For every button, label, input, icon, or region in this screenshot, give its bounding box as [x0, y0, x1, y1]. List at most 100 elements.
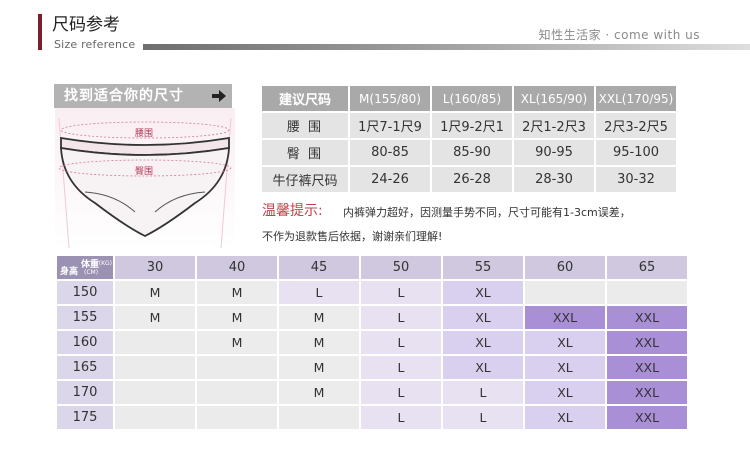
height-header: 175: [57, 406, 113, 429]
grid-cell: M: [197, 306, 277, 329]
table-cell: 26-28: [432, 167, 512, 192]
table-cell: 2尺1-2尺3: [514, 113, 594, 138]
grid-cell: L: [361, 331, 441, 354]
grid-cell: XL: [525, 331, 605, 354]
grid-cell: L: [443, 406, 523, 429]
size-table-row: 臀 围 80-85 85-90 90-95 95-100: [262, 140, 676, 165]
grid-cell: [197, 406, 277, 429]
size-header: XXL(170/95): [596, 86, 676, 111]
grid-cell: XXL: [525, 306, 605, 329]
grid-cell: M: [197, 281, 277, 304]
grid-cell: M: [279, 331, 359, 354]
grid-cell: M: [115, 281, 195, 304]
height-header: 165: [57, 356, 113, 379]
grid-cell: L: [361, 406, 441, 429]
grid-cell: XL: [443, 281, 523, 304]
size-reference-table: 建议尺码 M(155/80) L(160/85) XL(165/90) XXL(…: [260, 84, 678, 194]
grid-cell: M: [279, 306, 359, 329]
tip-title: 温馨提示:: [262, 203, 323, 219]
size-table-header-row: 建议尺码 M(155/80) L(160/85) XL(165/90) XXL(…: [262, 86, 676, 111]
find-size-banner: 找到适合你的尺寸: [54, 84, 232, 108]
height-axis-label: 身高: [60, 267, 79, 277]
table-cell: 2尺3-2尺5: [596, 113, 676, 138]
grid-cell: XXL: [607, 356, 687, 379]
grid-cell: M: [279, 356, 359, 379]
grid-row: 150 M M L L XL: [57, 281, 687, 304]
grid-cell: XL: [525, 381, 605, 404]
grid-cell: L: [279, 281, 359, 304]
grid-cell: [197, 356, 277, 379]
grid-cell: [115, 356, 195, 379]
size-header: M(155/80): [350, 86, 430, 111]
height-weight-size-grid: 体重 (KG) 身高 (CM) 30 40 45 50 55 60 65 150…: [55, 254, 689, 431]
weight-header: 65: [607, 256, 687, 279]
grid-cell: [279, 406, 359, 429]
size-header: XL(165/90): [514, 86, 594, 111]
row-label-jeans: 牛仔裤尺码: [262, 167, 348, 192]
grid-cell: M: [197, 331, 277, 354]
table-cell: 30-32: [596, 167, 676, 192]
weight-unit-label: (KG): [98, 260, 112, 267]
grid-cell: XL: [443, 331, 523, 354]
grid-cell: XL: [525, 356, 605, 379]
brand-slogan: 知性生活家 · come with us: [538, 28, 700, 42]
height-header: 160: [57, 331, 113, 354]
grid-cell: [525, 281, 605, 304]
grid-cell: L: [361, 381, 441, 404]
size-header: L(160/85): [432, 86, 512, 111]
grid-cell: XXL: [607, 406, 687, 429]
table-cell: 80-85: [350, 140, 430, 165]
grid-row: 175 L L XL XXL: [57, 406, 687, 429]
weight-header: 40: [197, 256, 277, 279]
height-header: 150: [57, 281, 113, 304]
grid-row: 155 M M M L XL XXL XXL: [57, 306, 687, 329]
grid-cell: L: [361, 281, 441, 304]
grid-cell: [115, 331, 195, 354]
grid-cell: XXL: [607, 306, 687, 329]
grid-cell: XL: [443, 356, 523, 379]
grid-row: 165 M L XL XL XXL: [57, 356, 687, 379]
row-label-hip: 臀 围: [262, 140, 348, 165]
grid-header-row: 体重 (KG) 身高 (CM) 30 40 45 50 55 60 65: [57, 256, 687, 279]
weight-header: 55: [443, 256, 523, 279]
weight-header: 50: [361, 256, 441, 279]
arrow-right-icon: [212, 90, 226, 102]
height-unit-label: (CM): [84, 269, 99, 276]
grid-row: 170 M L L XL XXL: [57, 381, 687, 404]
table-cell: 95-100: [596, 140, 676, 165]
weight-header: 45: [279, 256, 359, 279]
height-header: 170: [57, 381, 113, 404]
header-divider: [143, 44, 750, 50]
weight-header: 60: [525, 256, 605, 279]
header-accent-bar: [38, 14, 42, 50]
weight-header: 30: [115, 256, 195, 279]
page-title: 尺码参考: [52, 15, 120, 35]
page-subtitle: Size reference: [54, 38, 136, 51]
table-cell: 85-90: [432, 140, 512, 165]
grid-cell: [197, 381, 277, 404]
size-table-row: 牛仔裤尺码 24-26 26-28 28-30 30-32: [262, 167, 676, 192]
grid-cell: XXL: [607, 331, 687, 354]
table-cell: 1尺7-1尺9: [350, 113, 430, 138]
height-header: 155: [57, 306, 113, 329]
grid-cell: M: [279, 381, 359, 404]
grid-corner: 体重 (KG) 身高 (CM): [57, 256, 113, 279]
grid-cell: L: [361, 306, 441, 329]
grid-cell: XL: [525, 406, 605, 429]
table-cell: 28-30: [514, 167, 594, 192]
grid-cell: XXL: [607, 381, 687, 404]
tip-text-line-2: 不作为退款售后依据，谢谢亲们理解!: [262, 230, 443, 243]
hip-label: 臀围: [135, 167, 154, 177]
grid-cell: [115, 381, 195, 404]
row-label-waist: 腰 围: [262, 113, 348, 138]
grid-cell: L: [361, 356, 441, 379]
grid-row: 160 M M L XL XL XXL: [57, 331, 687, 354]
table-cell: 90-95: [514, 140, 594, 165]
grid-cell: XL: [443, 306, 523, 329]
size-table-corner: 建议尺码: [262, 86, 348, 111]
grid-cell: L: [443, 381, 523, 404]
grid-cell: [607, 281, 687, 304]
find-size-banner-label: 找到适合你的尺寸: [64, 88, 184, 104]
table-cell: 1尺9-2尺1: [432, 113, 512, 138]
table-cell: 24-26: [350, 167, 430, 192]
